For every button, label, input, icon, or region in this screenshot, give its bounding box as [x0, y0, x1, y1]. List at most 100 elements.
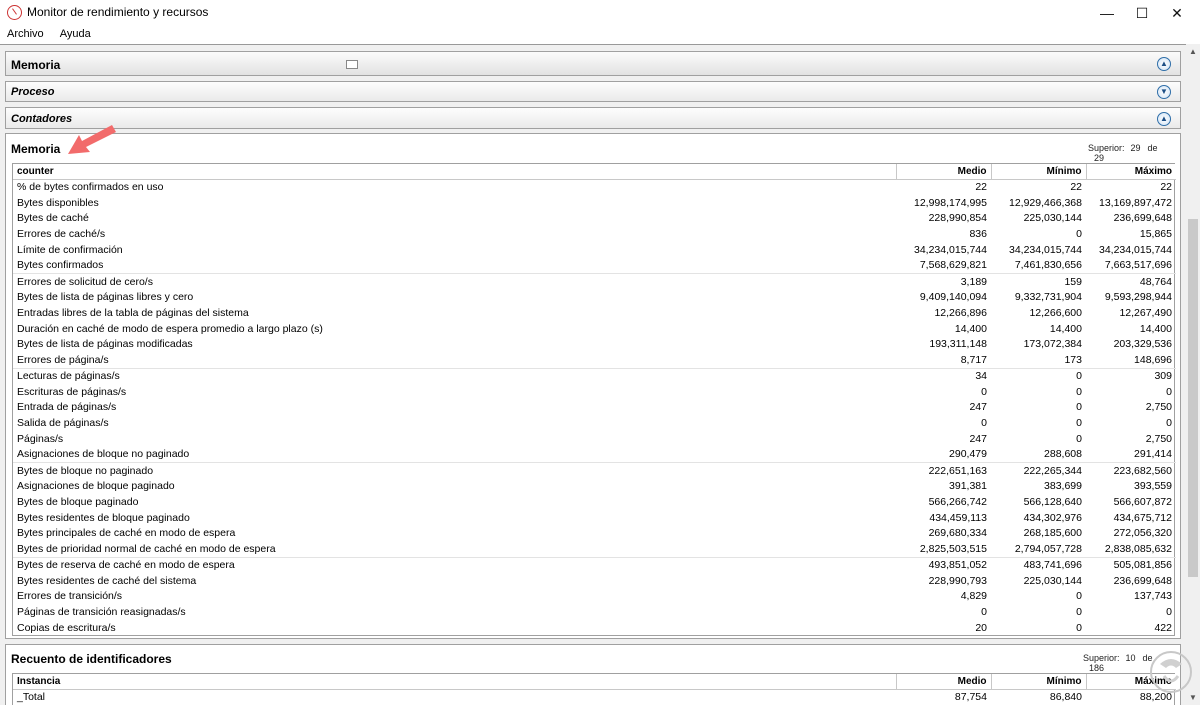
cell-medio: 4,829 [960, 590, 987, 603]
menu-bar: Archivo Ayuda [0, 26, 1200, 44]
column-header-minimo[interactable]: Mínimo [991, 674, 1087, 690]
cell-counter: Bytes de bloque no paginado [13, 462, 896, 479]
section-contadores-header[interactable]: Contadores ▲ [5, 107, 1181, 129]
column-header-minimo[interactable]: Mínimo [991, 164, 1087, 180]
memoria-table-row[interactable]: Errores de solicitud de cero/s 3,189 159 48… [13, 273, 1176, 290]
column-header-medio[interactable]: Medio [896, 674, 992, 690]
handles-panel-title: Recuento de identificadores [11, 652, 172, 666]
cell-medio: 566,266,742 [928, 495, 987, 508]
cell-medio: 0 [981, 606, 987, 619]
superior-value: 10 [1125, 653, 1136, 663]
table-header-row: counter Medio Mínimo Máximo [13, 164, 1176, 180]
memoria-table-row[interactable]: Bytes de bloque paginado 566,266,742 566,1… [13, 494, 1176, 510]
vertical-scrollbar[interactable]: ▲ ▼ [1186, 44, 1200, 705]
cell-minimo: 288,608 [1044, 448, 1082, 461]
column-header-medio[interactable]: Medio [896, 164, 992, 180]
watermark-logo-icon [1150, 651, 1192, 693]
memoria-table-row[interactable]: Asignaciones de bloque paginado 391,381 38… [13, 478, 1176, 494]
cell-medio: 14,400 [954, 322, 987, 335]
cell-maximo: 7,663,517,696 [1104, 259, 1172, 272]
cell-maximo: 15,865 [1139, 228, 1172, 241]
collapse-memoria-icon[interactable]: ▲ [1157, 57, 1171, 71]
memoria-table-row[interactable]: Errores de transición/s 4,829 0 137,743 [13, 589, 1176, 605]
memoria-table-row[interactable]: Errores de página/s 8,717 173 148,696 [13, 352, 1176, 368]
memoria-table-row[interactable]: Bytes de prioridad normal de caché en mo… [13, 541, 1176, 557]
memoria-table-row[interactable]: Entrada de páginas/s 247 0 2,750 [13, 400, 1176, 416]
memoria-counter-table: counter Medio Mínimo Máximo % de bytes c… [12, 163, 1176, 636]
cell-maximo: 309 [1086, 367, 1176, 384]
section-memoria-header[interactable]: Memoria ▲ [5, 51, 1181, 76]
section-proceso-header[interactable]: Proceso ▼ [5, 81, 1181, 102]
cell-minimo: 9,332,731,904 [1014, 291, 1082, 304]
memoria-table-row[interactable]: Páginas de transición reasignadas/s 0 0 0 [13, 604, 1176, 620]
column-header-counter[interactable]: counter [13, 164, 897, 180]
collapse-contadores-icon[interactable]: ▲ [1157, 112, 1171, 126]
cell-maximo: 291,414 [1134, 448, 1172, 461]
memoria-table-row[interactable]: Límite de confirmación 34,234,015,744 34,2… [13, 242, 1176, 258]
cell-minimo: 173,072,384 [1023, 338, 1082, 351]
menu-archivo[interactable]: Archivo [7, 26, 44, 42]
memoria-table-row[interactable]: Copias de escritura/s 20 0 422 [13, 620, 1176, 636]
cell-minimo: 0 [1076, 606, 1082, 619]
memoria-table-row[interactable]: Escrituras de páginas/s 0 0 0 [13, 384, 1176, 400]
memoria-table-row[interactable]: Bytes de reserva de caché en modo de esp… [13, 556, 1176, 573]
cell-medio: 2,825,503,515 [919, 542, 987, 555]
perfmon-app-icon [7, 5, 22, 20]
memoria-table-row[interactable]: Bytes de bloque no paginado 222,651,163 22… [13, 462, 1176, 479]
section-memoria-label: Memoria [11, 58, 61, 72]
cell-counter: Bytes de lista de páginas modificadas [17, 338, 193, 351]
column-header-instancia[interactable]: Instancia [13, 674, 897, 690]
menu-ayuda[interactable]: Ayuda [60, 26, 91, 42]
section-contadores-label: Contadores [11, 113, 73, 125]
memoria-table-row[interactable]: Bytes disponibles 12,998,174,995 12,929,46… [13, 195, 1176, 211]
cell-maximo: 148,696 [1134, 353, 1172, 366]
memoria-table-row[interactable]: Bytes de caché 228,990,854 225,030,144 236,… [13, 211, 1176, 227]
cell-medio: 247 [969, 401, 987, 414]
scroll-thumb[interactable] [1188, 219, 1198, 577]
cell-counter: Bytes residentes de bloque paginado [17, 511, 190, 524]
cell-maximo: 236,699,648 [1113, 212, 1172, 225]
cell-minimo: 14,400 [1049, 322, 1082, 335]
memoria-table-row[interactable]: Entradas libres de la tabla de páginas d… [13, 305, 1176, 321]
cell-counter: Entrada de páginas/s [17, 401, 117, 414]
memoria-table-row[interactable]: Asignaciones de bloque no paginado 290,47… [13, 447, 1176, 463]
cell-maximo: 505,081,856 [1086, 556, 1176, 573]
cell-medio: 22 [975, 181, 987, 194]
cell-counter: Bytes residentes de caché del sistema [17, 574, 197, 587]
memoria-table-row[interactable]: Lecturas de páginas/s 34 0 309 [13, 367, 1176, 384]
cell-minimo: 0 [1076, 590, 1082, 603]
memoria-table-row[interactable]: Errores de caché/s 836 0 15,865 [13, 226, 1176, 242]
cell-medio: 391,381 [949, 480, 987, 493]
handles-table-row[interactable]: _Total 87,754 86,840 88,200 [13, 689, 1176, 705]
memoria-table-row[interactable]: Bytes de lista de páginas libres y cero 9… [13, 289, 1176, 305]
cell-counter: Errores de caché/s [17, 228, 106, 241]
memoria-table-row[interactable]: Páginas/s 247 0 2,750 [13, 431, 1176, 447]
memoria-table-row[interactable]: Bytes principales de caché en modo de es… [13, 526, 1176, 542]
close-button[interactable]: ✕ [1154, 0, 1200, 26]
cell-minimo: 225,030,144 [1023, 212, 1082, 225]
scroll-up-arrow-icon[interactable]: ▲ [1186, 46, 1200, 58]
memoria-table-row[interactable]: Bytes de lista de páginas modificadas 193… [13, 337, 1176, 353]
memoria-table-row[interactable]: Bytes residentes de bloque paginado 434,4… [13, 510, 1176, 526]
table-view-icon[interactable] [346, 60, 358, 69]
memoria-table-row[interactable]: Salida de páginas/s 0 0 0 [13, 415, 1176, 431]
cell-medio: 20 [975, 621, 987, 634]
memoria-table-row[interactable]: Duración en caché de modo de espera prom… [13, 321, 1176, 337]
report-content: Memoria ▲ Proceso ▼ Contadores ▲ Memoria… [0, 44, 1186, 705]
superior-value: 29 [1130, 143, 1141, 153]
cell-minimo: 0 [1076, 432, 1082, 445]
memoria-table-row[interactable]: Bytes confirmados 7,568,629,821 7,461,830,… [13, 258, 1176, 274]
cell-maximo: 2,750 [1145, 432, 1172, 445]
cell-minimo: 483,741,696 [991, 556, 1086, 573]
memoria-table-row[interactable]: Bytes residentes de caché del sistema 228… [13, 573, 1176, 589]
cell-minimo: 0 [991, 367, 1086, 384]
cell-medio: 836 [969, 228, 987, 241]
expand-proceso-icon[interactable]: ▼ [1157, 85, 1171, 99]
cell-minimo: 7,461,830,656 [1014, 259, 1082, 272]
cell-minimo: 2,794,057,728 [1014, 542, 1082, 555]
memoria-table-row[interactable]: % de bytes confirmados en uso 22 22 22 [13, 179, 1176, 195]
cell-medio: 0 [981, 385, 987, 398]
cell-maximo: 12,267,490 [1119, 306, 1172, 319]
annotation-arrow-icon [68, 125, 116, 154]
column-header-maximo[interactable]: Máximo [1086, 164, 1176, 180]
